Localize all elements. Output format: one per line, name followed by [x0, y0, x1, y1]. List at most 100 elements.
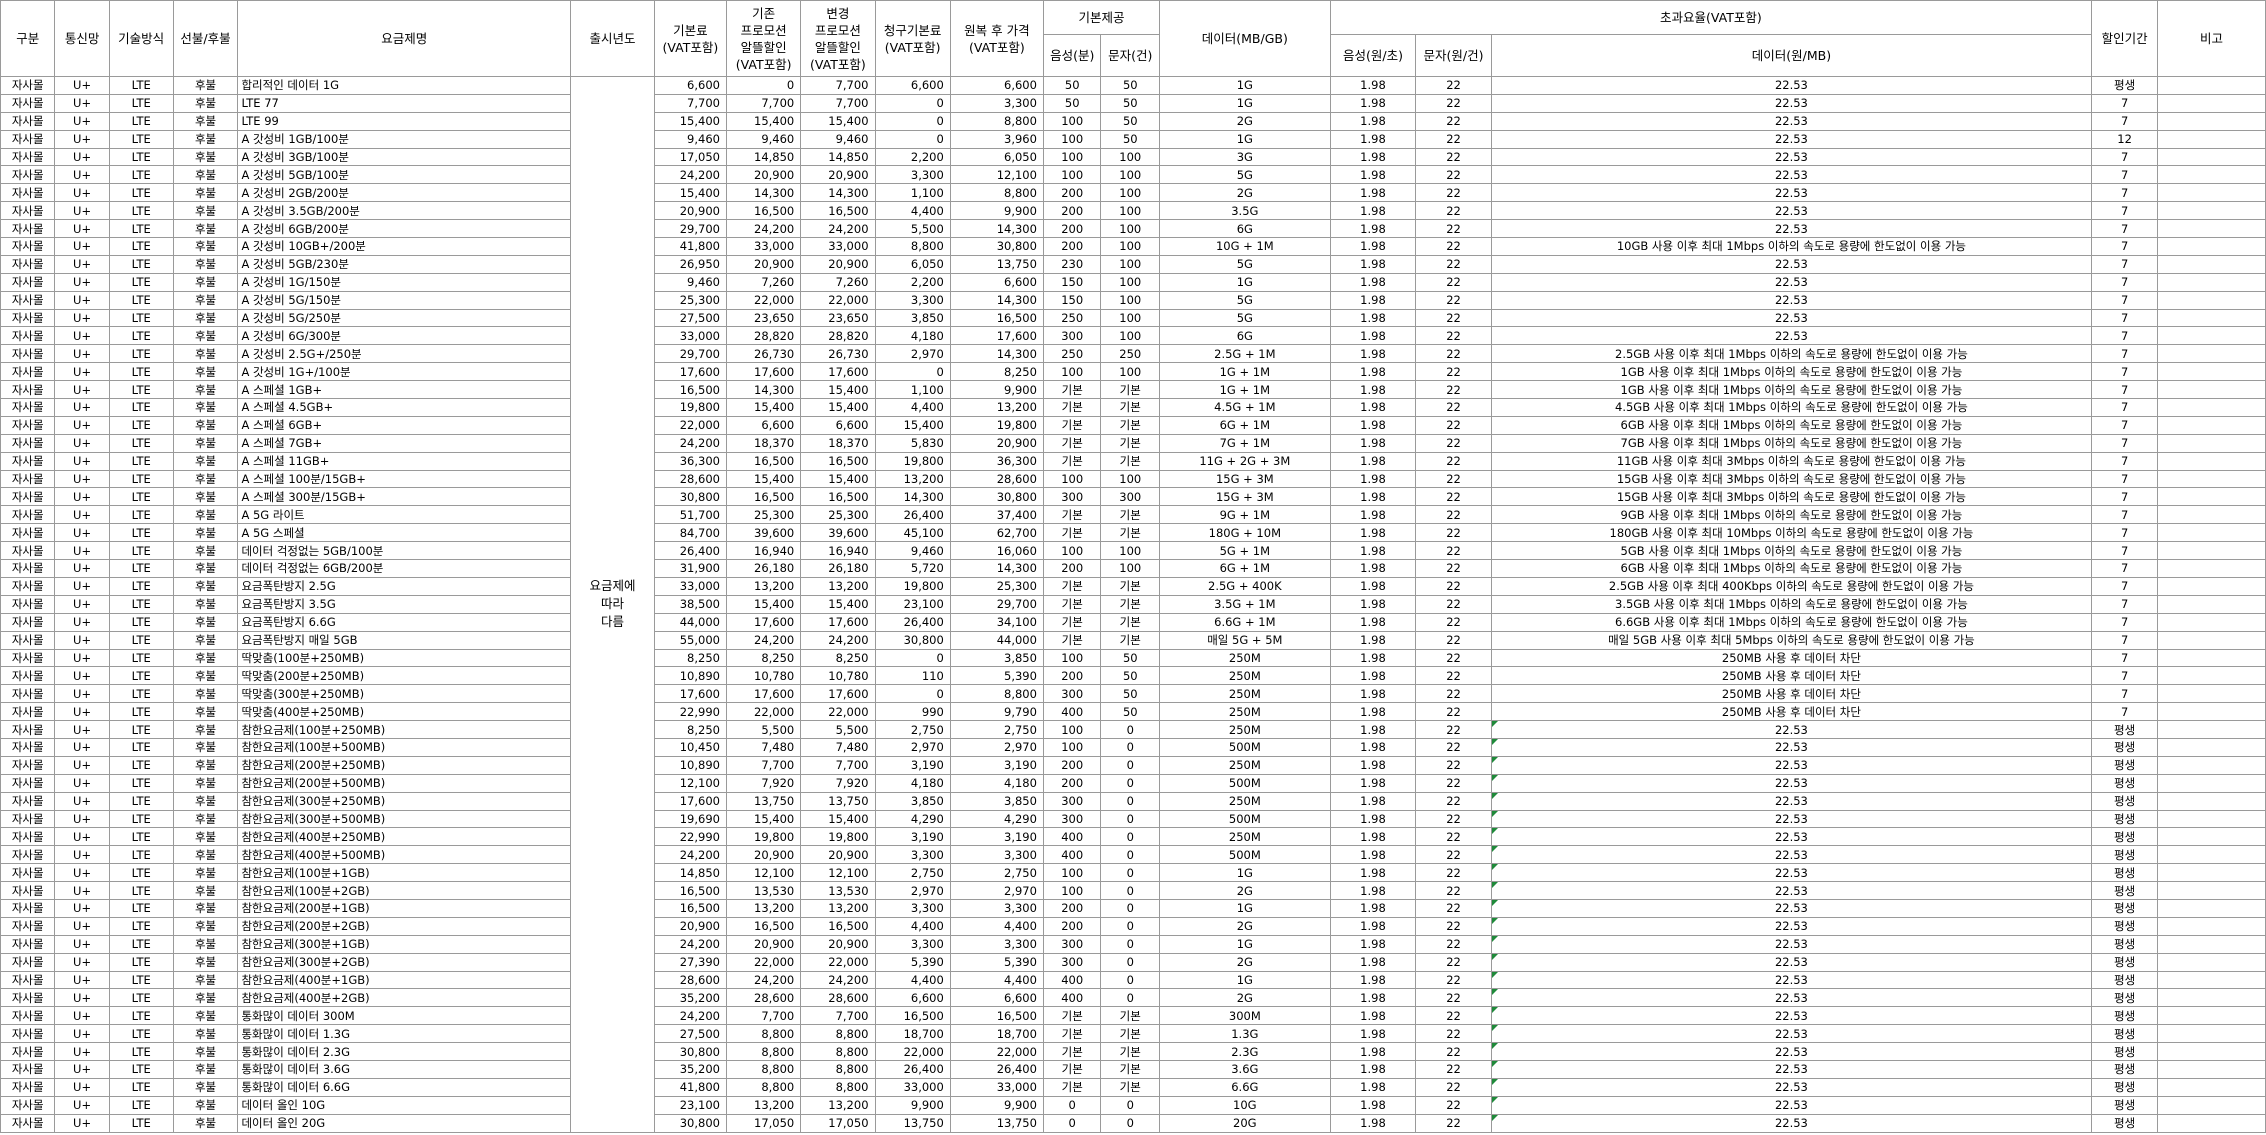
data-cell: 6G	[1159, 326, 1331, 346]
voice-rate-cell: 1.98	[1329, 201, 1417, 221]
voice-rate-cell: 1.98	[1329, 737, 1417, 757]
tech-cell: LTE	[108, 344, 174, 364]
voice-min-cell: 기본	[1042, 415, 1102, 435]
base-fee-cell: 44,000	[653, 612, 727, 632]
division-cell: 자사몰	[0, 344, 56, 364]
carrier-cell: U+	[54, 576, 110, 596]
division-cell: 자사몰	[0, 791, 56, 811]
discount-cell: 7	[2091, 487, 2159, 507]
note-cell	[2157, 487, 2266, 507]
sms-count-cell: 기본	[1100, 380, 1161, 400]
table-row: 자사몰 U+ LTE 후불 통화많이 데이터 3.6G 35,200 8,800 8,800 2…	[0, 1059, 2266, 1079]
voice-min-cell: 100	[1042, 737, 1102, 757]
tech-cell: LTE	[108, 845, 174, 865]
discount-cell: 7	[2091, 523, 2159, 543]
billed-fee-cell: 18,700	[874, 1024, 951, 1044]
data-rate-cell: 250MB 사용 후 데이터 차단	[1490, 702, 2093, 722]
tech-cell: LTE	[108, 451, 174, 471]
release-year-cell: 요금제에 따라 다름	[570, 76, 655, 1133]
billed-fee-cell: 0	[874, 129, 951, 149]
data-rate-cell: 22.53	[1490, 737, 2093, 757]
after-price-cell: 3,300	[949, 845, 1044, 865]
data-cell: 1G	[1159, 129, 1331, 149]
after-price-cell: 17,600	[949, 326, 1044, 346]
sms-rate-cell: 22	[1415, 845, 1492, 865]
carrier-cell: U+	[54, 881, 110, 900]
new-promo-cell: 26,180	[800, 559, 876, 578]
plan-name-cell: 딱맞춤(200분+250MB)	[237, 666, 572, 686]
voice-min-cell: 기본	[1042, 612, 1102, 632]
data-cell: 3.5G + 1M	[1159, 594, 1331, 614]
new-promo-cell: 33,000	[800, 237, 876, 256]
tech-cell: LTE	[108, 988, 174, 1008]
data-cell: 6G + 1M	[1159, 415, 1331, 435]
discount-cell: 평생	[2091, 76, 2159, 95]
payment-cell: 후불	[172, 398, 239, 417]
table-row: 자사몰 U+ LTE 후불 A 갓성비 6G/300분 33,000 28,820 28,82…	[0, 326, 2266, 346]
voice-rate-cell: 1.98	[1329, 791, 1417, 811]
division-cell: 자사몰	[0, 505, 56, 525]
data-rate-cell: 22.53	[1490, 1095, 2093, 1115]
table-row: 자사몰 U+ LTE 후불 A 갓성비 2.5G+/250분 29,700 26,730 26…	[0, 344, 2266, 364]
header-carrier: 통신망	[54, 0, 110, 77]
table-row: 자사몰 U+ LTE 후불 A 스페셜 1GB+ 16,500 14,300 15,400 1,…	[0, 380, 2266, 400]
division-cell: 자사몰	[0, 1006, 56, 1026]
discount-cell: 평생	[2091, 720, 2159, 739]
division-cell: 자사몰	[0, 541, 56, 561]
old-promo-cell: 19,800	[725, 827, 802, 847]
sms-rate-cell: 22	[1415, 1113, 1492, 1133]
base-fee-cell: 31,900	[653, 559, 727, 578]
plan-name-cell: 통화많이 데이터 6.6G	[237, 1077, 572, 1097]
billed-fee-cell: 4,400	[874, 970, 951, 990]
tech-cell: LTE	[108, 809, 174, 829]
sms-count-cell: 100	[1100, 219, 1161, 239]
payment-cell: 후불	[172, 702, 239, 722]
new-promo-cell: 13,530	[800, 881, 876, 900]
data-cell: 180G + 10M	[1159, 523, 1331, 543]
billed-fee-cell: 30,800	[874, 630, 951, 650]
billed-fee-cell: 26,400	[874, 505, 951, 525]
payment-cell: 후불	[172, 773, 239, 793]
data-rate-cell: 22.53	[1490, 129, 2093, 149]
plan-name-cell: A 갓성비 10GB+/200분	[237, 237, 572, 256]
table-row: 자사몰 U+ LTE 후불 요금폭탄방지 6.6G 44,000 17,600 17,600 2…	[0, 612, 2266, 632]
data-rate-cell: 250MB 사용 후 데이터 차단	[1490, 666, 2093, 686]
billed-fee-cell: 0	[874, 684, 951, 704]
voice-rate-cell: 1.98	[1329, 1042, 1417, 1061]
table-row: 자사몰 U+ LTE 후불 참한요금제(200분+1GB) 16,500 13,200 13,…	[0, 898, 2266, 918]
carrier-cell: U+	[54, 541, 110, 561]
sms-count-cell: 100	[1100, 254, 1161, 274]
new-promo-cell: 13,200	[800, 1095, 876, 1115]
after-price-cell: 30,800	[949, 487, 1044, 507]
base-fee-cell: 20,900	[653, 916, 727, 936]
base-fee-cell: 14,850	[653, 863, 727, 883]
new-promo-cell: 8,800	[800, 1042, 876, 1061]
carrier-cell: U+	[54, 612, 110, 632]
billed-fee-cell: 22,000	[874, 1042, 951, 1061]
data-rate-cell: 22.53	[1490, 76, 2093, 95]
billed-fee-cell: 33,000	[874, 1077, 951, 1097]
payment-cell: 후불	[172, 362, 239, 382]
data-rate-cell: 22.53	[1490, 845, 2093, 865]
billed-fee-cell: 0	[874, 111, 951, 131]
data-rate-cell: 22.53	[1490, 272, 2093, 292]
voice-rate-cell: 1.98	[1329, 576, 1417, 596]
new-promo-cell: 5,500	[800, 720, 876, 739]
base-fee-cell: 15,400	[653, 111, 727, 131]
voice-rate-cell: 1.98	[1329, 469, 1417, 489]
payment-cell: 후불	[172, 272, 239, 292]
base-fee-cell: 35,200	[653, 1059, 727, 1079]
voice-min-cell: 100	[1042, 111, 1102, 131]
division-cell: 자사몰	[0, 845, 56, 865]
payment-cell: 후불	[172, 380, 239, 400]
data-cell: 4.5G + 1M	[1159, 398, 1331, 417]
payment-cell: 후불	[172, 93, 239, 113]
voice-rate-cell: 1.98	[1329, 916, 1417, 936]
new-promo-cell: 16,500	[800, 201, 876, 221]
division-cell: 자사몰	[0, 916, 56, 936]
payment-cell: 후불	[172, 827, 239, 847]
data-rate-cell: 22.53	[1490, 863, 2093, 883]
voice-rate-cell: 1.98	[1329, 451, 1417, 471]
billed-fee-cell: 2,750	[874, 863, 951, 883]
data-rate-cell: 22.53	[1490, 165, 2093, 185]
